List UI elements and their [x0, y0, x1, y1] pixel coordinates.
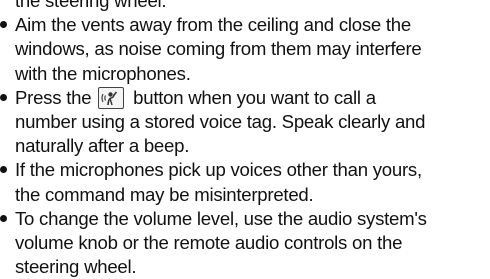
bullet-item-microphones: If the microphones pick up voices other …: [0, 158, 490, 206]
bullet-line: To change the volume level, use the audi…: [15, 207, 427, 229]
partial-top-line: the steering wheel.: [15, 0, 167, 11]
bullet-item-talk-button: Press the button when you want to call a…: [0, 86, 490, 159]
bullet-dot-icon: [0, 93, 7, 101]
bullet-text-before-icon: Press the: [15, 86, 92, 108]
bullet-line-with-icon: Press the button when you want to call a: [15, 86, 490, 110]
bullet-line: If the microphones pick up voices other …: [15, 159, 422, 181]
tips-list: Aim the vents away from the ceiling and …: [0, 13, 490, 279]
bullet-line: steering wheel.: [15, 256, 137, 278]
bullet-item-vents: Aim the vents away from the ceiling and …: [0, 13, 490, 86]
bullet-line: Aim the vents away from the ceiling and …: [15, 14, 411, 36]
bullet-text-after-icon: button when you want to call a: [133, 86, 376, 108]
bullet-item-volume: To change the volume level, use the audi…: [0, 207, 490, 279]
bullet-line: naturally after a beep.: [15, 135, 190, 157]
talk-button-icon: [98, 86, 125, 109]
bullet-line: volume knob or the remote audio controls…: [15, 232, 403, 254]
bullet-dot-icon: [0, 166, 7, 174]
instruction-text: the steering wheel. Aim the vents away f…: [0, 0, 490, 279]
bullet-line: the command may be misinterpreted.: [15, 183, 314, 205]
bullet-dot-icon: [0, 214, 7, 222]
bullet-line: windows, as noise coming from them may i…: [15, 38, 422, 60]
bullet-line: with the microphones.: [15, 62, 191, 84]
bullet-line: number using a stored voice tag. Speak c…: [15, 111, 426, 133]
bullet-dot-icon: [0, 21, 7, 29]
